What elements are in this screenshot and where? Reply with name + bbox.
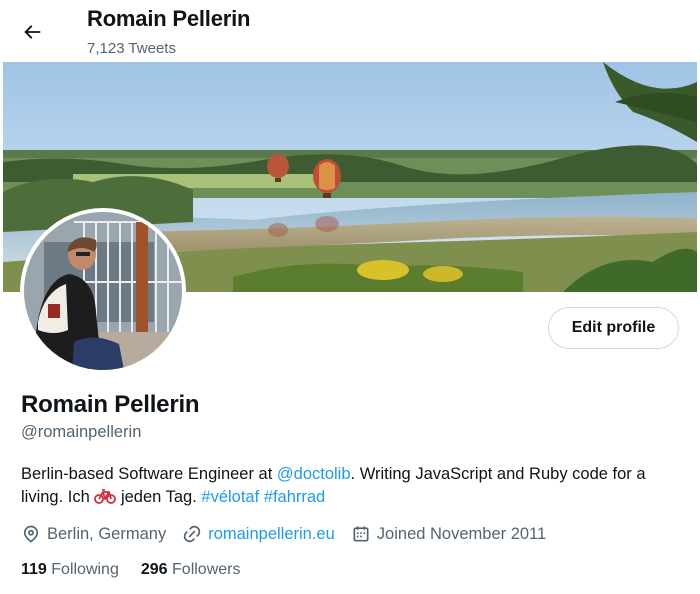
follow-stats: 119 Following 296 Followers bbox=[21, 561, 262, 579]
location-pin-icon bbox=[23, 525, 39, 543]
followers-link[interactable]: 296 Followers bbox=[141, 561, 241, 579]
joined-text: Joined November 2011 bbox=[376, 524, 547, 543]
followers-label: Followers bbox=[172, 561, 241, 578]
avatar[interactable] bbox=[20, 208, 186, 374]
bicycle-icon bbox=[94, 489, 117, 504]
hashtag-link[interactable]: #vélotaf bbox=[201, 488, 259, 506]
edit-profile-button[interactable]: Edit profile bbox=[548, 307, 679, 349]
website-link[interactable]: romainpellerin.eu bbox=[208, 525, 335, 544]
following-count: 119 bbox=[21, 561, 47, 578]
handle: @romainpellerin bbox=[21, 423, 142, 441]
bio-text: jeden Tag. bbox=[116, 488, 202, 506]
tweet-count: 7,123 Tweets bbox=[87, 40, 176, 57]
bio-text: Berlin-based Software Engineer at bbox=[21, 465, 277, 483]
header-name: Romain Pellerin bbox=[87, 6, 251, 31]
back-arrow-icon bbox=[24, 25, 41, 39]
bio: Berlin-based Software Engineer at @docto… bbox=[21, 463, 691, 509]
following-link[interactable]: 119 Following bbox=[21, 561, 119, 579]
mention-link[interactable]: @doctolib bbox=[277, 465, 351, 483]
website[interactable]: romainpellerin.eu bbox=[182, 524, 335, 544]
hashtag-link[interactable]: #fahrrad bbox=[264, 488, 325, 506]
profile-meta: Berlin, Germany romainpellerin.eu Joined… bbox=[21, 522, 562, 546]
link-icon bbox=[184, 525, 201, 543]
location-text: Berlin, Germany bbox=[47, 524, 167, 543]
following-label: Following bbox=[51, 561, 119, 578]
calendar-icon bbox=[353, 526, 369, 542]
top-bar: Romain Pellerin 7,123 Tweets bbox=[0, 0, 700, 62]
followers-count: 296 bbox=[140, 561, 168, 578]
joined-date: Joined November 2011 bbox=[351, 524, 546, 544]
location: Berlin, Germany bbox=[21, 524, 166, 544]
back-button[interactable] bbox=[14, 14, 50, 50]
display-name: Romain Pellerin bbox=[21, 391, 200, 418]
